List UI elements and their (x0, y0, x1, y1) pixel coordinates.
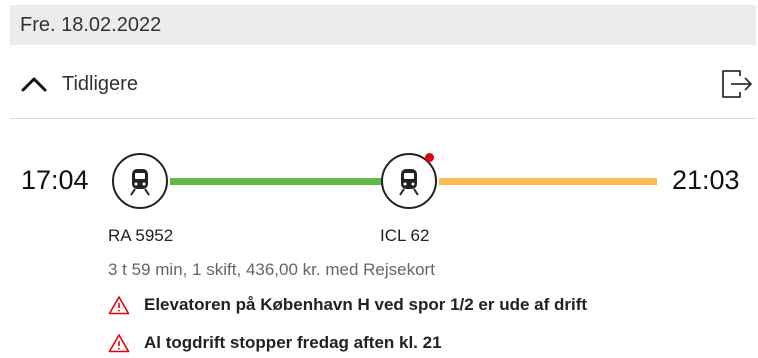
alert-item[interactable]: Elevatoren på København H ved spor 1/2 e… (108, 295, 587, 315)
leg-line-1 (170, 178, 382, 185)
leg-line-2 (439, 178, 657, 185)
alert-item[interactable]: Al togdrift stopper fredag aften kl. 21 (108, 333, 442, 353)
alert-text: Elevatoren på København H ved spor 1/2 e… (144, 295, 588, 314)
leg-label-1: RA 5952 (108, 226, 174, 245)
earlier-row: Tidligere (10, 62, 756, 106)
earlier-label: Tidligere (62, 72, 138, 95)
alert-text: Al togdrift stopper fredag aften kl. 21 (144, 333, 442, 352)
date-header: Fre. 18.02.2022 (10, 5, 756, 45)
leg-label-2: ICL 62 (380, 226, 430, 245)
chevron-up-icon (21, 77, 47, 92)
departure-time: 17:04 (21, 165, 89, 195)
warning-icon (108, 334, 130, 353)
date-header-text: Fre. 18.02.2022 (20, 13, 162, 36)
journey-summary: 3 t 59 min, 1 skift, 436,00 kr. med Rejs… (108, 260, 435, 279)
export-icon[interactable] (720, 68, 754, 100)
arrival-time: 21:03 (672, 165, 740, 195)
divider (10, 118, 756, 119)
notice-dot (425, 153, 434, 162)
earlier-button[interactable]: Tidligere (10, 73, 138, 96)
train-icon (112, 153, 168, 209)
warning-icon (108, 296, 130, 315)
